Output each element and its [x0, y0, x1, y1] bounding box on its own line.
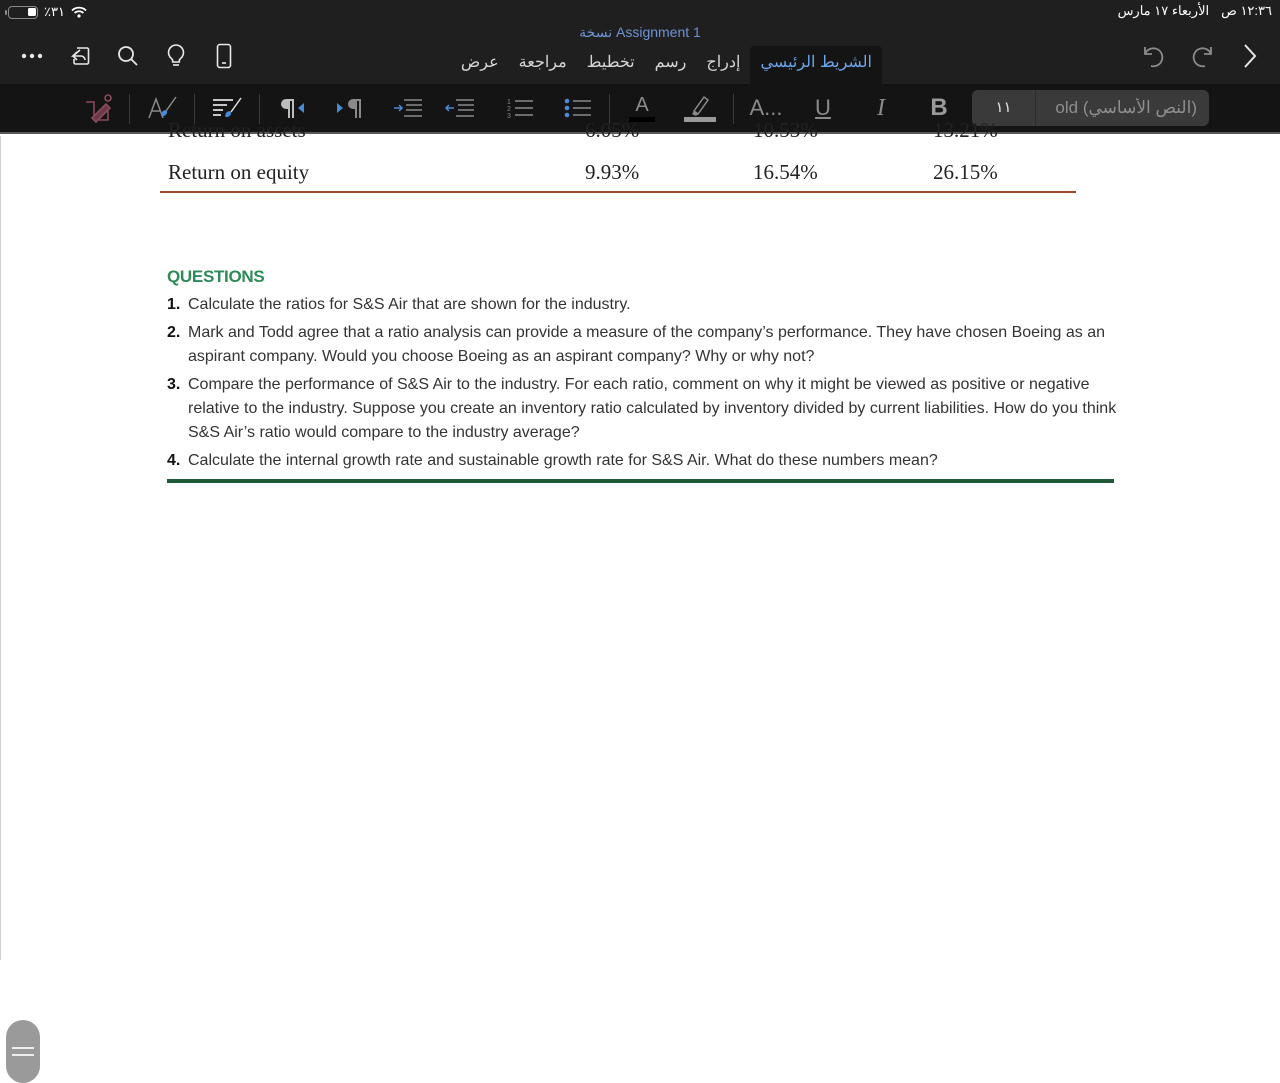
row-value: 13.21%	[933, 120, 998, 142]
status-bar-left: ٪٣١	[5, 4, 87, 20]
row-value: 6.05%	[585, 120, 640, 142]
question-text: Compare the performance of S&S Air to th…	[188, 376, 1117, 441]
tab-home[interactable]: الشريط الرئيسي	[750, 46, 882, 84]
mobile-view-button[interactable]	[200, 40, 248, 72]
row-label: Return on equity	[168, 160, 310, 184]
row-value: 9.93%	[585, 160, 640, 184]
row-value: 26.15%	[933, 160, 998, 184]
question-number: 3.	[167, 376, 181, 393]
svg-text:2: 2	[507, 106, 511, 113]
battery-level	[27, 7, 36, 16]
table-row: Return on assets 6.05% 10.53% 13.21%	[168, 120, 1076, 146]
row-label: Return on assets	[168, 120, 306, 142]
more-icon	[21, 53, 43, 59]
share-button[interactable]	[56, 40, 104, 72]
battery-icon	[5, 5, 38, 19]
font-color-icon: A	[629, 94, 655, 122]
rtl-paragraph-icon	[281, 99, 304, 118]
row-value: 10.53%	[753, 120, 818, 142]
ltr-paragraph-icon	[337, 99, 361, 118]
tab-draw[interactable]: رسم	[645, 46, 697, 84]
redo-button[interactable]	[1178, 40, 1226, 72]
question-item: 2. Mark and Todd agree that a ratio anal…	[167, 321, 1117, 369]
questions-heading: QUESTIONS	[167, 267, 265, 286]
paragraph-style-field[interactable]: (النص الأساسي) old	[1036, 98, 1209, 118]
document-page[interactable]: Return on assets 6.05% 10.53% 13.21% Ret…	[0, 120, 1280, 1083]
question-text: Calculate the internal growth rate and s…	[188, 452, 938, 469]
tab-layout[interactable]: تخطيط	[577, 46, 645, 84]
increase-indent-icon	[394, 99, 422, 117]
status-date: الأربعاء ١٧ مارس	[1117, 3, 1210, 18]
svg-text:1: 1	[507, 99, 511, 106]
tell-me-button[interactable]	[152, 40, 200, 72]
question-number: 4.	[167, 452, 181, 469]
paragraph-styles-icon	[213, 97, 242, 118]
separator	[129, 94, 130, 124]
question-text: Mark and Todd agree that a ratio analysi…	[188, 324, 1105, 365]
question-number: 1.	[167, 296, 181, 313]
app-chrome: ٪٣١ ١٢:٣٦ ص الأربعاء ١٧ مارس نسخة Assign…	[0, 0, 1280, 84]
share-icon	[70, 47, 90, 65]
tab-review[interactable]: مراجعة	[509, 46, 577, 84]
numbered-list-icon: 123	[507, 99, 533, 120]
ribbon-tabs: الشريط الرئيسي إدراج رسم تخطيط مراجعة عر…	[451, 46, 882, 84]
right-toolbar	[1130, 40, 1274, 72]
questions-section: QUESTIONS 1. Calculate the ratios for S&…	[167, 267, 1117, 477]
tab-insert[interactable]: إدراج	[696, 46, 750, 84]
table-bottom-rule	[160, 191, 1076, 193]
text-styles-icon	[148, 96, 177, 119]
chevron-right-icon	[1244, 44, 1257, 68]
question-item: 4. Calculate the internal growth rate an…	[167, 449, 1117, 473]
search-button[interactable]	[104, 40, 152, 72]
lightbulb-icon	[167, 44, 185, 66]
battery-percent: ٪٣١	[44, 4, 65, 19]
clear-formatting-icon	[86, 94, 112, 124]
row-value: 16.54%	[753, 160, 818, 184]
status-time: ١٢:٣٦ ص	[1221, 3, 1272, 18]
mobile-view-icon	[216, 43, 232, 69]
document-title[interactable]: نسخة Assignment 1	[0, 24, 1280, 41]
question-item: 1. Calculate the ratios for S&S Air that…	[167, 293, 1117, 317]
search-icon	[118, 46, 138, 66]
left-toolbar	[8, 40, 248, 72]
decrease-indent-icon	[444, 99, 474, 117]
undo-button[interactable]	[1130, 40, 1178, 72]
svg-text:3: 3	[507, 113, 511, 120]
svg-text:A: A	[635, 94, 649, 116]
status-bar-right: ١٢:٣٦ ص الأربعاء ١٧ مارس	[1118, 3, 1272, 19]
question-number: 2.	[167, 324, 181, 341]
wifi-icon	[71, 6, 87, 18]
question-text: Calculate the ratios for S&S Air that ar…	[188, 296, 631, 313]
clear-formatting-button[interactable]	[76, 92, 120, 124]
highlight-icon	[684, 95, 716, 122]
collapse-button[interactable]	[1226, 40, 1274, 72]
scroll-handle[interactable]	[6, 1020, 40, 1083]
redo-icon	[1192, 47, 1212, 68]
questions-bottom-rule	[167, 479, 1114, 483]
undo-icon	[1144, 47, 1164, 68]
more-button[interactable]	[8, 40, 56, 72]
bulleted-list-icon	[564, 98, 591, 118]
question-item: 3. Compare the performance of S&S Air to…	[167, 373, 1117, 445]
tab-view[interactable]: عرض	[451, 46, 509, 84]
